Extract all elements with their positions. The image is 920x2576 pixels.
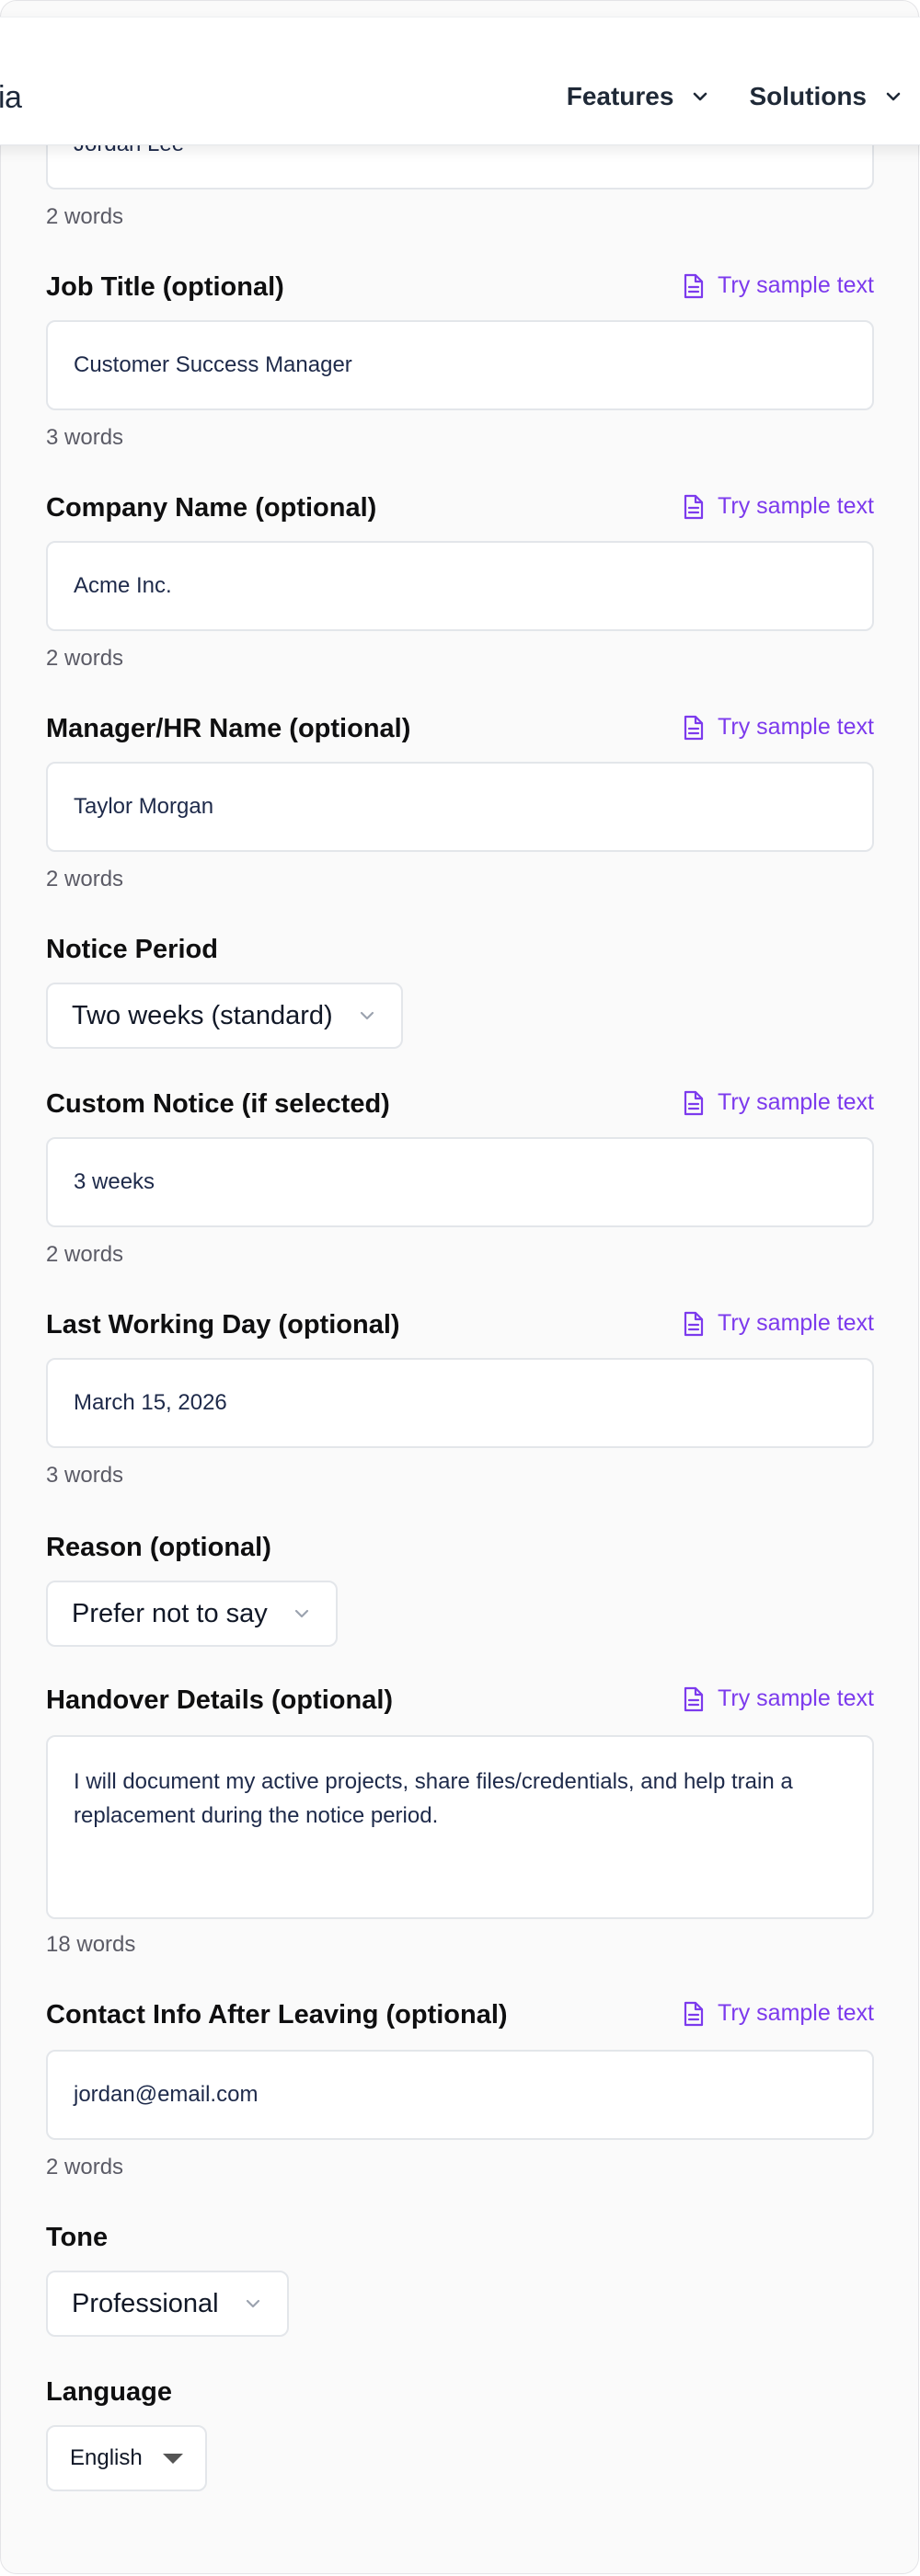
nav-solutions[interactable]: Solutions [749, 82, 903, 111]
company-word-count: 2 words [46, 646, 124, 671]
contact-input-value: jordan@email.com [74, 2082, 259, 2107]
company-label: Company Name (optional) [46, 493, 377, 523]
manager-sample-button[interactable]: Try sample text [683, 714, 874, 741]
reason-select[interactable]: Prefer not to say [46, 1581, 338, 1647]
custom-notice-sample-label: Try sample text [718, 1089, 874, 1115]
language-select[interactable]: English [46, 2425, 207, 2491]
handover-textarea-value: I will document my active projects, shar… [74, 1769, 793, 1828]
handover-label: Handover Details (optional) [46, 1685, 394, 1715]
chevron-down-icon [360, 1011, 374, 1020]
manager-word-count: 2 words [46, 867, 124, 891]
job-title-input-value: Customer Success Manager [74, 352, 352, 377]
manager-input-value: Taylor Morgan [74, 794, 214, 819]
job-title-label: Job Title (optional) [46, 272, 284, 302]
document-icon [684, 2001, 704, 2026]
chevron-down-icon [694, 92, 707, 101]
custom-notice-label: Custom Notice (if selected) [46, 1089, 390, 1119]
handover-word-count: 18 words [46, 1932, 136, 1957]
last-day-sample-button[interactable]: Try sample text [683, 1310, 874, 1337]
last-day-input-value: March 15, 2026 [74, 1390, 227, 1415]
document-icon [684, 494, 704, 519]
last-day-label: Last Working Day (optional) [46, 1310, 400, 1340]
notice-period-label: Notice Period [46, 935, 218, 964]
nav-features-label: Features [566, 82, 674, 110]
job-title-sample-label: Try sample text [718, 272, 874, 298]
notice-period-selected: Two weeks (standard) [72, 1000, 333, 1030]
company-sample-button[interactable]: Try sample text [683, 493, 874, 520]
language-label: Language [46, 2377, 172, 2407]
chevron-down-icon [294, 1609, 308, 1618]
caret-down-icon [162, 2453, 183, 2464]
custom-notice-input[interactable]: 3 weeks [46, 1137, 874, 1227]
company-sample-label: Try sample text [718, 493, 874, 519]
contact-sample-label: Try sample text [718, 2000, 874, 2026]
tone-selected: Professional [72, 2288, 219, 2318]
site-header: ia Features Solutions [0, 17, 920, 145]
notice-period-select[interactable]: Two weeks (standard) [46, 983, 403, 1049]
contact-word-count: 2 words [46, 2155, 124, 2179]
tone-label: Tone [46, 2223, 109, 2252]
handover-sample-button[interactable]: Try sample text [683, 1685, 874, 1712]
document-icon [684, 715, 704, 740]
job-title-sample-button[interactable]: Try sample text [683, 272, 874, 299]
company-input-value: Acme Inc. [74, 573, 172, 598]
handover-textarea[interactable]: I will document my active projects, shar… [46, 1735, 874, 1919]
reason-selected: Prefer not to say [72, 1598, 268, 1628]
custom-notice-input-value: 3 weeks [74, 1169, 155, 1194]
manager-sample-label: Try sample text [718, 714, 874, 740]
last-day-input[interactable]: March 15, 2026 [46, 1358, 874, 1448]
language-selected: English [70, 2445, 143, 2470]
job-title-word-count: 3 words [46, 425, 124, 450]
job-title-input[interactable]: Customer Success Manager [46, 320, 874, 410]
reason-label: Reason (optional) [46, 1533, 271, 1562]
contact-input[interactable]: jordan@email.com [46, 2050, 874, 2140]
last-day-word-count: 3 words [46, 1463, 124, 1488]
document-icon [684, 273, 704, 298]
chevron-down-icon [246, 2299, 259, 2308]
tone-select[interactable]: Professional [46, 2271, 289, 2337]
document-icon [684, 1311, 704, 1336]
last-day-sample-label: Try sample text [718, 1310, 874, 1336]
manager-input[interactable]: Taylor Morgan [46, 762, 874, 852]
name-word-count: 2 words [46, 204, 124, 229]
nav-features[interactable]: Features [567, 82, 711, 111]
nav-solutions-label: Solutions [749, 82, 867, 110]
custom-notice-sample-button[interactable]: Try sample text [683, 1089, 874, 1116]
contact-label: Contact Info After Leaving (optional) [46, 2000, 508, 2030]
logo[interactable]: ia [0, 80, 22, 116]
document-icon [684, 1686, 704, 1711]
company-input[interactable]: Acme Inc. [46, 541, 874, 631]
handover-sample-label: Try sample text [718, 1685, 874, 1711]
main-nav: Features Solutions [528, 82, 903, 111]
chevron-down-icon [886, 92, 901, 101]
contact-sample-button[interactable]: Try sample text [683, 2000, 874, 2027]
manager-label: Manager/HR Name (optional) [46, 714, 411, 743]
custom-notice-word-count: 2 words [46, 1242, 124, 1267]
document-icon [684, 1090, 704, 1115]
